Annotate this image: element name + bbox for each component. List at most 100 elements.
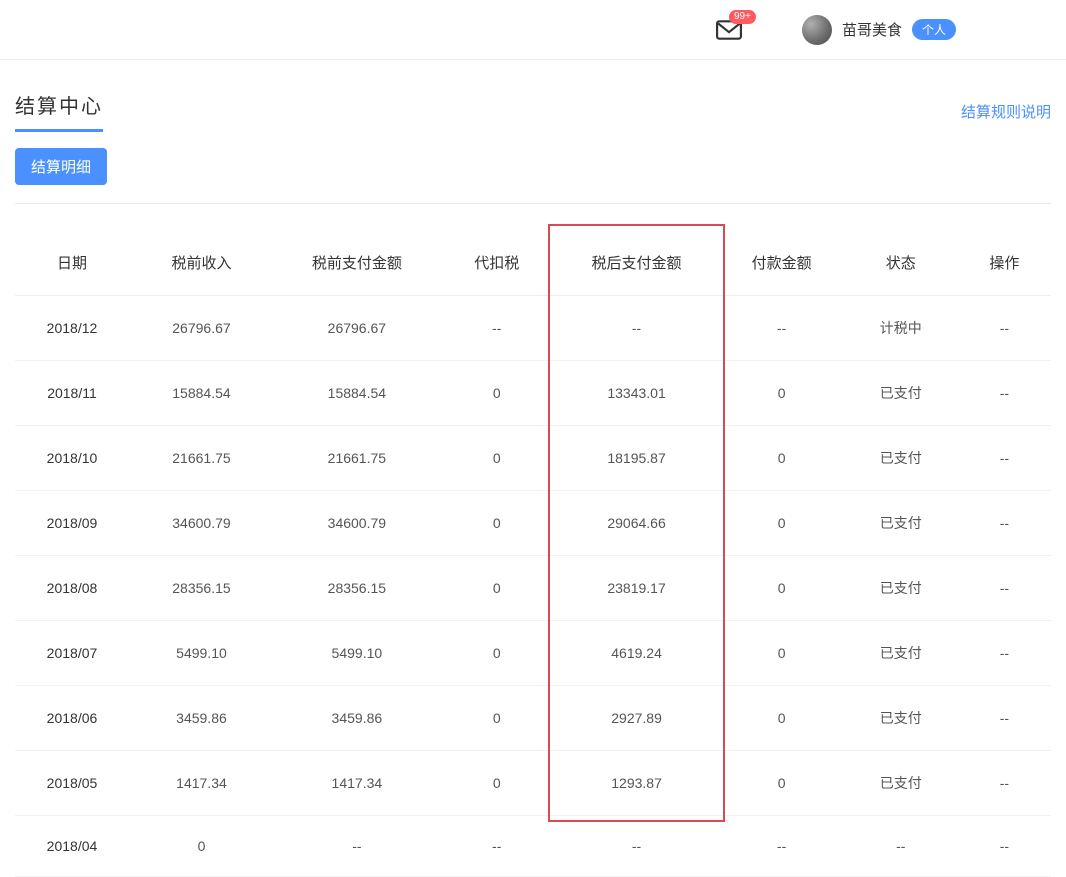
cell-pay_amt: 0	[719, 621, 843, 686]
cell-pay_amt: --	[719, 296, 843, 361]
cell-post_pay: 2927.89	[554, 686, 720, 751]
cell-pay_amt: 0	[719, 751, 843, 816]
cell-status: 已支付	[844, 491, 958, 556]
col-pay-amt: 付款金额	[719, 230, 843, 296]
cell-pre_pay: 3459.86	[274, 686, 440, 751]
cell-pay_amt: 0	[719, 361, 843, 426]
page-title: 结算中心	[15, 90, 103, 132]
col-op: 操作	[958, 230, 1051, 296]
mail-badge: 99+	[729, 10, 756, 24]
col-post-pay: 税后支付金额	[554, 230, 720, 296]
cell-pre_pay: --	[274, 816, 440, 877]
rule-link[interactable]: 结算规则说明	[961, 101, 1051, 122]
col-tax: 代扣税	[440, 230, 554, 296]
cell-op: --	[958, 686, 1051, 751]
cell-tax: --	[440, 296, 554, 361]
cell-pay_amt: 0	[719, 491, 843, 556]
settlement-table: 日期 税前收入 税前支付金额 代扣税 税后支付金额 付款金额 状态 操作 201…	[15, 230, 1051, 877]
cell-post_pay: 13343.01	[554, 361, 720, 426]
cell-post_pay: --	[554, 296, 720, 361]
tab-settlement-detail[interactable]: 结算明细	[15, 148, 107, 185]
cell-pre_pay: 28356.15	[274, 556, 440, 621]
table-head: 日期 税前收入 税前支付金额 代扣税 税后支付金额 付款金额 状态 操作	[15, 230, 1051, 296]
cell-date: 2018/11	[15, 361, 129, 426]
cell-status: 已支付	[844, 686, 958, 751]
cell-post_pay: --	[554, 816, 720, 877]
cell-pre_pay: 15884.54	[274, 361, 440, 426]
cell-tax: 0	[440, 686, 554, 751]
table-row: 2018/1226796.6726796.67------计税中--	[15, 296, 1051, 361]
table-wrap: 日期 税前收入 税前支付金额 代扣税 税后支付金额 付款金额 状态 操作 201…	[15, 230, 1051, 877]
top-bar: 99+ 苗哥美食 个人	[0, 0, 1066, 60]
cell-op: --	[958, 556, 1051, 621]
cell-post_pay: 23819.17	[554, 556, 720, 621]
col-pre-income: 税前收入	[129, 230, 274, 296]
mail-button[interactable]: 99+	[716, 20, 742, 40]
cell-op: --	[958, 361, 1051, 426]
cell-pre_income: 34600.79	[129, 491, 274, 556]
cell-pay_amt: 0	[719, 686, 843, 751]
cell-status: 已支付	[844, 556, 958, 621]
table-row: 2018/040------------	[15, 816, 1051, 877]
cell-status: 已支付	[844, 751, 958, 816]
cell-pay_amt: 0	[719, 556, 843, 621]
cell-post_pay: 29064.66	[554, 491, 720, 556]
cell-status: 已支付	[844, 426, 958, 491]
cell-status: 计税中	[844, 296, 958, 361]
cell-pre_income: 15884.54	[129, 361, 274, 426]
cell-pre_income: 1417.34	[129, 751, 274, 816]
cell-tax: 0	[440, 426, 554, 491]
username[interactable]: 苗哥美食	[842, 19, 902, 40]
col-pre-pay: 税前支付金额	[274, 230, 440, 296]
cell-pre_income: 0	[129, 816, 274, 877]
cell-post_pay: 18195.87	[554, 426, 720, 491]
cell-date: 2018/04	[15, 816, 129, 877]
cell-pre_pay: 26796.67	[274, 296, 440, 361]
cell-op: --	[958, 426, 1051, 491]
cell-date: 2018/08	[15, 556, 129, 621]
title-row: 结算中心 结算规则说明	[15, 90, 1051, 132]
cell-pre_income: 28356.15	[129, 556, 274, 621]
cell-op: --	[958, 621, 1051, 686]
table-body: 2018/1226796.6726796.67------计税中--2018/1…	[15, 296, 1051, 877]
cell-post_pay: 4619.24	[554, 621, 720, 686]
page-content: 结算中心 结算规则说明 结算明细 日期 税前收入 税前支付金额 代扣税 税后支付…	[0, 60, 1066, 877]
table-row: 2018/0934600.7934600.79029064.660已支付--	[15, 491, 1051, 556]
cell-op: --	[958, 296, 1051, 361]
cell-pre_income: 3459.86	[129, 686, 274, 751]
cell-pre_income: 21661.75	[129, 426, 274, 491]
cell-tax: 0	[440, 556, 554, 621]
cell-tax: --	[440, 816, 554, 877]
cell-status: 已支付	[844, 621, 958, 686]
col-date: 日期	[15, 230, 129, 296]
cell-tax: 0	[440, 491, 554, 556]
table-row: 2018/0828356.1528356.15023819.170已支付--	[15, 556, 1051, 621]
cell-pre_income: 5499.10	[129, 621, 274, 686]
table-row: 2018/1021661.7521661.75018195.870已支付--	[15, 426, 1051, 491]
cell-tax: 0	[440, 361, 554, 426]
role-pill: 个人	[912, 19, 956, 40]
avatar[interactable]	[802, 15, 832, 45]
cell-op: --	[958, 816, 1051, 877]
cell-date: 2018/12	[15, 296, 129, 361]
cell-tax: 0	[440, 751, 554, 816]
cell-pay_amt: 0	[719, 426, 843, 491]
cell-pre_income: 26796.67	[129, 296, 274, 361]
col-status: 状态	[844, 230, 958, 296]
table-row: 2018/063459.863459.8602927.890已支付--	[15, 686, 1051, 751]
cell-status: 已支付	[844, 361, 958, 426]
table-row: 2018/051417.341417.3401293.870已支付--	[15, 751, 1051, 816]
cell-date: 2018/09	[15, 491, 129, 556]
cell-tax: 0	[440, 621, 554, 686]
table-row: 2018/075499.105499.1004619.240已支付--	[15, 621, 1051, 686]
cell-date: 2018/05	[15, 751, 129, 816]
cell-post_pay: 1293.87	[554, 751, 720, 816]
cell-status: --	[844, 816, 958, 877]
cell-pre_pay: 21661.75	[274, 426, 440, 491]
cell-date: 2018/10	[15, 426, 129, 491]
cell-op: --	[958, 751, 1051, 816]
cell-date: 2018/06	[15, 686, 129, 751]
cell-pre_pay: 1417.34	[274, 751, 440, 816]
cell-op: --	[958, 491, 1051, 556]
cell-pay_amt: --	[719, 816, 843, 877]
